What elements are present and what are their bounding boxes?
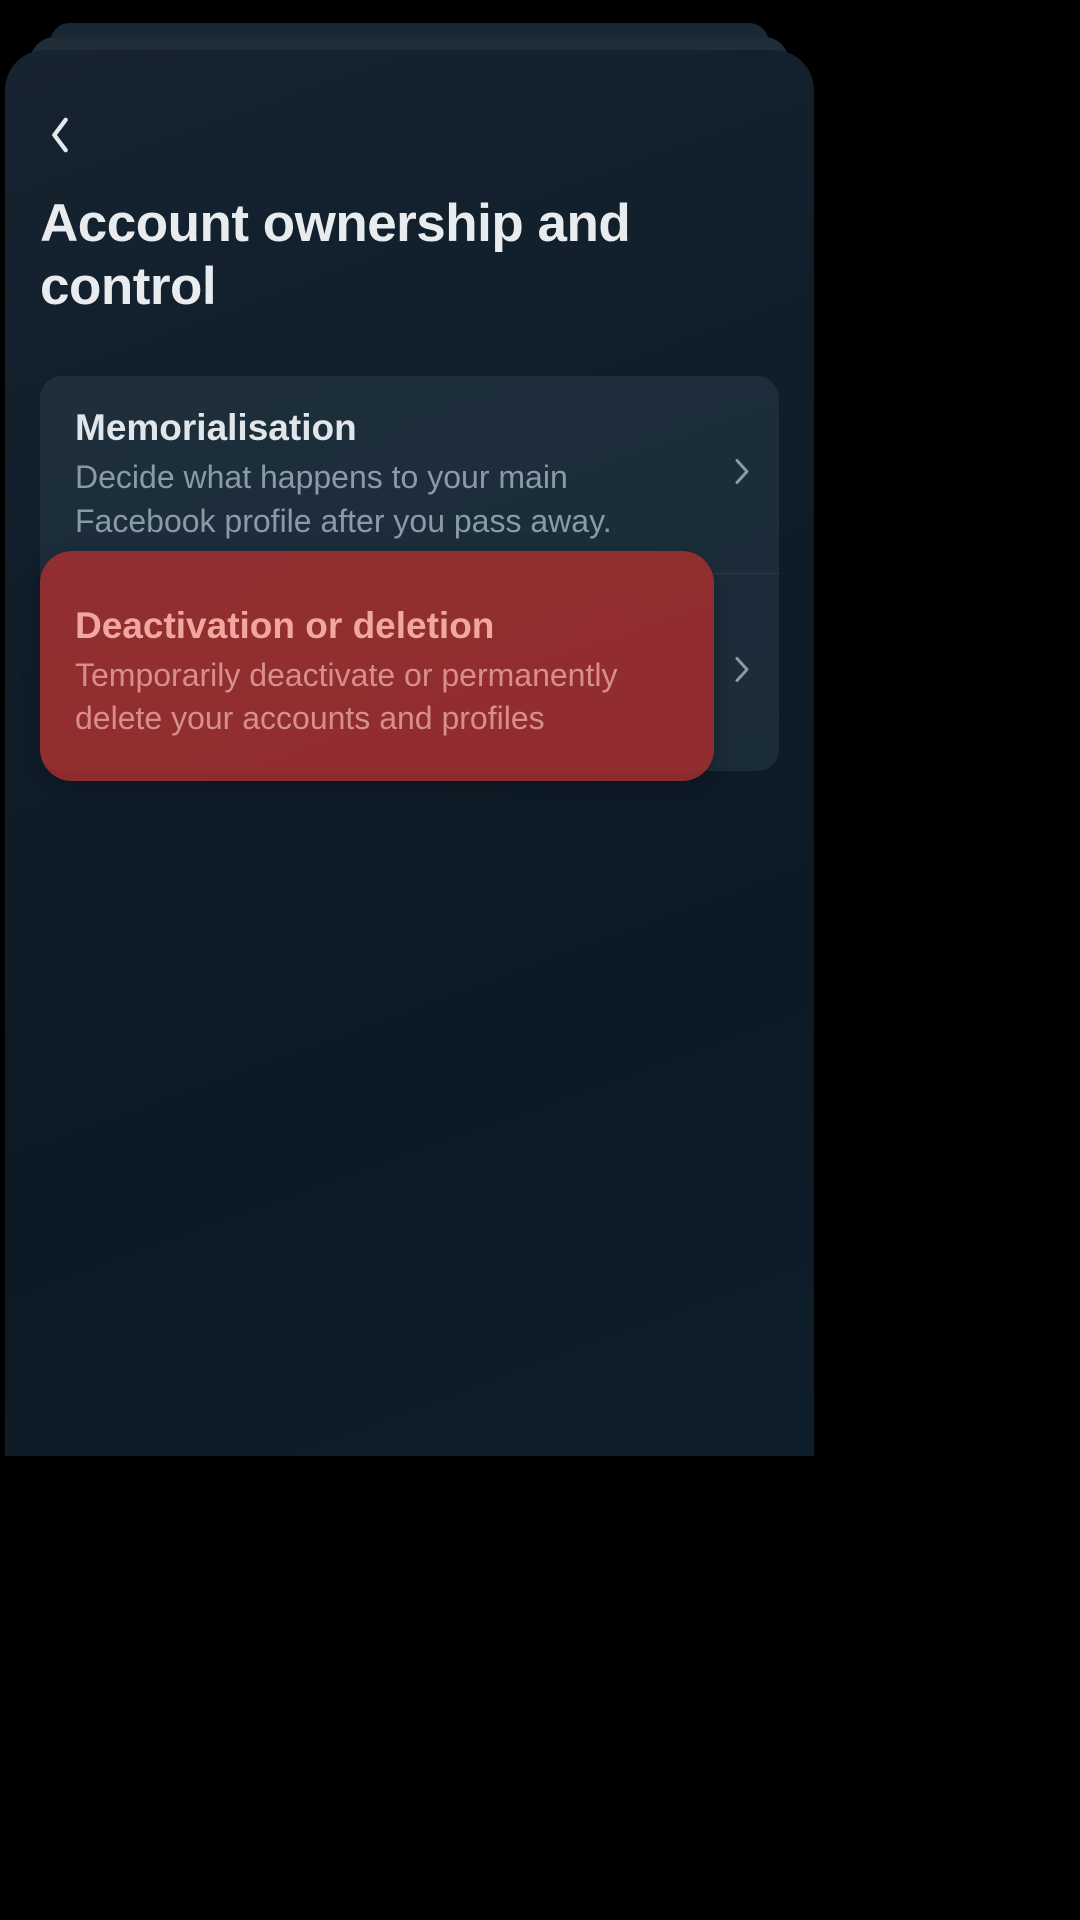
option-deactivation-deletion[interactable]: Deactivation or deletion Temporarily dea… xyxy=(40,574,779,771)
option-description: Decide what happens to your main Faceboo… xyxy=(75,456,694,542)
chevron-right-icon xyxy=(733,457,751,492)
page-title: Account ownership and control xyxy=(40,193,779,318)
option-title: Memorialisation xyxy=(75,406,694,450)
options-card: Memorialisation Decide what happens to y… xyxy=(40,376,779,771)
option-description: Temporarily deactivate or permanently de… xyxy=(75,654,694,740)
option-memorialisation[interactable]: Memorialisation Decide what happens to y… xyxy=(40,376,779,574)
settings-panel: Account ownership and control Memorialis… xyxy=(5,50,814,1456)
chevron-right-icon xyxy=(733,655,751,690)
option-title: Deactivation or deletion xyxy=(75,604,694,648)
chevron-left-icon xyxy=(47,116,73,154)
back-button[interactable] xyxy=(40,115,80,155)
